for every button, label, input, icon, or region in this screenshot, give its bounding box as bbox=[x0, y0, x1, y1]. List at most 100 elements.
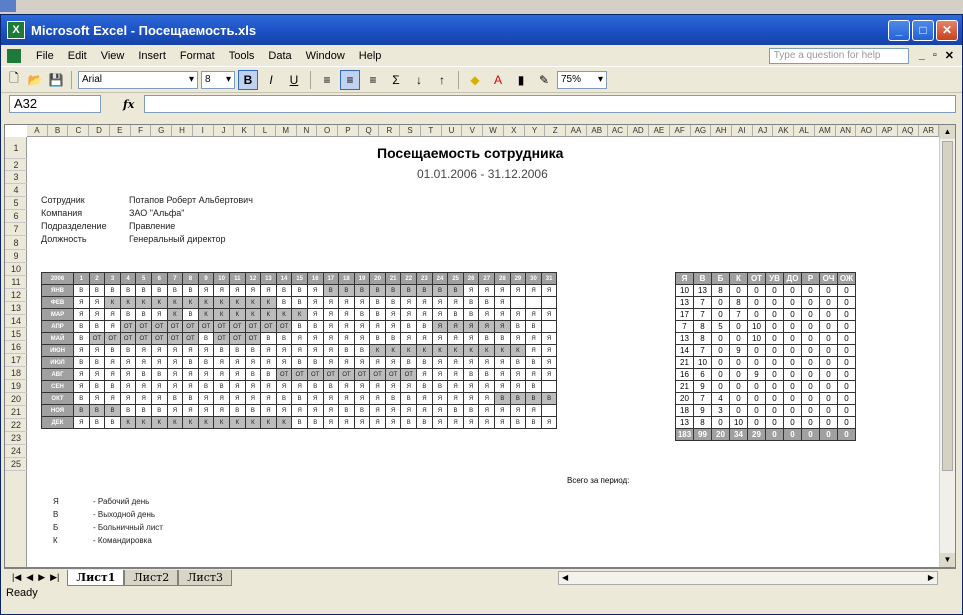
day-cell[interactable]: В bbox=[540, 392, 558, 405]
day-cell[interactable]: Я bbox=[338, 380, 355, 393]
day-cell[interactable]: К bbox=[275, 308, 293, 321]
summary-header[interactable]: ДО bbox=[783, 272, 802, 285]
summary-cell[interactable]: 0 bbox=[783, 284, 802, 297]
day-cell[interactable]: Я bbox=[213, 368, 230, 381]
day-cell[interactable]: В bbox=[416, 356, 433, 369]
summary-cell[interactable]: 10 bbox=[675, 284, 694, 297]
day-cell[interactable]: Я bbox=[369, 320, 386, 333]
summary-cell[interactable]: 14 bbox=[675, 344, 694, 357]
summary-cell[interactable]: 0 bbox=[819, 308, 838, 321]
day-cell[interactable]: В bbox=[384, 332, 402, 345]
menu-view[interactable]: View bbox=[94, 50, 132, 62]
summary-cell[interactable]: 0 bbox=[765, 356, 784, 369]
column-header[interactable]: O bbox=[317, 125, 339, 136]
summary-cell[interactable]: 0 bbox=[747, 380, 766, 393]
row-header[interactable]: 5 bbox=[5, 197, 27, 210]
day-cell[interactable]: В bbox=[104, 416, 121, 429]
day-cell[interactable]: Я bbox=[338, 416, 355, 429]
sort-descending-icon[interactable]: ↑ bbox=[432, 70, 452, 90]
day-cell[interactable] bbox=[509, 296, 527, 309]
day-cell[interactable]: К bbox=[275, 416, 293, 429]
scroll-thumb[interactable] bbox=[942, 141, 953, 471]
day-cell[interactable]: Я bbox=[338, 356, 355, 369]
day-cell[interactable]: Я bbox=[197, 344, 215, 357]
day-cell[interactable]: Я bbox=[338, 308, 355, 321]
day-cell[interactable]: Я bbox=[306, 344, 324, 357]
summary-cell[interactable]: 7 bbox=[693, 344, 712, 357]
summary-cell[interactable]: 0 bbox=[783, 296, 802, 309]
day-cell[interactable]: К bbox=[291, 308, 308, 321]
day-cell[interactable]: К bbox=[213, 308, 230, 321]
day-cell[interactable]: Я bbox=[166, 368, 184, 381]
day-cell[interactable]: Я bbox=[462, 284, 480, 297]
day-cell[interactable]: В bbox=[509, 416, 527, 429]
day-cell[interactable]: В bbox=[447, 308, 464, 321]
day-cell[interactable]: В bbox=[416, 416, 433, 429]
summary-cell[interactable]: 13 bbox=[675, 416, 694, 429]
day-cell[interactable]: Я bbox=[416, 296, 433, 309]
column-header[interactable]: X bbox=[504, 125, 525, 136]
day-cell[interactable]: ОТ bbox=[119, 332, 137, 345]
day-cell[interactable]: Я bbox=[462, 332, 480, 345]
day-cell[interactable]: В bbox=[197, 380, 215, 393]
day-cell[interactable]: Я bbox=[88, 392, 106, 405]
day-header[interactable]: 7 bbox=[166, 272, 184, 285]
day-cell[interactable]: Я bbox=[509, 380, 527, 393]
day-cell[interactable]: Я bbox=[384, 404, 402, 417]
day-cell[interactable]: К bbox=[244, 296, 262, 309]
summary-cell[interactable]: 0 bbox=[819, 320, 838, 333]
summary-cell[interactable]: 3 bbox=[711, 404, 730, 417]
day-header[interactable]: 19 bbox=[353, 272, 371, 285]
day-cell[interactable]: Я bbox=[525, 332, 542, 345]
summary-cell[interactable]: 0 bbox=[765, 296, 784, 309]
formula-input[interactable] bbox=[144, 95, 956, 113]
summary-cell[interactable]: 13 bbox=[675, 296, 694, 309]
day-cell[interactable]: К bbox=[369, 344, 386, 357]
month-label[interactable]: СЕН bbox=[41, 380, 74, 393]
row-header[interactable]: 22 bbox=[5, 419, 27, 432]
summary-cell[interactable]: 0 bbox=[837, 344, 856, 357]
day-cell[interactable]: В bbox=[213, 380, 230, 393]
worksheet-grid[interactable]: A B C D E F G H I J K L M N O P Q R S T U V W X Y Z AA AB AC AD AE AF AG… bbox=[4, 124, 956, 568]
day-cell[interactable]: Я bbox=[509, 284, 527, 297]
row-header[interactable]: 23 bbox=[5, 432, 27, 445]
summary-cell[interactable]: 0 bbox=[765, 416, 784, 429]
day-cell[interactable]: Я bbox=[291, 344, 308, 357]
day-cell[interactable]: Я bbox=[213, 356, 230, 369]
day-cell[interactable]: Я bbox=[416, 368, 433, 381]
day-header[interactable]: 10 bbox=[213, 272, 230, 285]
summary-cell[interactable]: 0 bbox=[819, 404, 838, 417]
column-header[interactable]: H bbox=[172, 125, 193, 136]
day-cell[interactable]: К bbox=[213, 416, 230, 429]
day-cell[interactable]: В bbox=[494, 332, 511, 345]
day-cell[interactable]: Я bbox=[369, 356, 386, 369]
summary-cell[interactable]: 0 bbox=[711, 308, 730, 321]
day-cell[interactable]: В bbox=[447, 404, 464, 417]
day-cell[interactable]: В bbox=[338, 404, 355, 417]
day-cell[interactable]: Я bbox=[353, 416, 371, 429]
day-cell[interactable]: К bbox=[150, 296, 168, 309]
day-cell[interactable]: Я bbox=[322, 296, 340, 309]
day-cell[interactable]: Я bbox=[447, 416, 464, 429]
day-cell[interactable]: Я bbox=[540, 308, 558, 321]
day-cell[interactable]: К bbox=[150, 416, 168, 429]
day-cell[interactable] bbox=[540, 380, 558, 393]
day-cell[interactable]: В bbox=[104, 404, 121, 417]
day-cell[interactable]: Я bbox=[416, 332, 433, 345]
summary-cell[interactable]: 0 bbox=[765, 392, 784, 405]
day-cell[interactable]: ОТ bbox=[166, 332, 184, 345]
summary-cell[interactable]: 0 bbox=[765, 380, 784, 393]
day-cell[interactable]: В bbox=[400, 320, 418, 333]
help-search-input[interactable]: Type a question for help bbox=[768, 47, 909, 64]
day-cell[interactable]: Я bbox=[431, 416, 449, 429]
column-header[interactable]: U bbox=[442, 125, 463, 136]
row-header[interactable]: 19 bbox=[5, 380, 27, 393]
summary-cell[interactable]: 0 bbox=[729, 284, 748, 297]
summary-header[interactable]: Я bbox=[675, 272, 694, 285]
summary-cell[interactable]: 7 bbox=[693, 296, 712, 309]
day-cell[interactable]: В bbox=[182, 392, 199, 405]
day-cell[interactable]: Я bbox=[338, 332, 355, 345]
day-cell[interactable]: Я bbox=[478, 404, 496, 417]
day-cell[interactable]: В bbox=[244, 344, 262, 357]
column-header[interactable]: D bbox=[89, 125, 110, 136]
